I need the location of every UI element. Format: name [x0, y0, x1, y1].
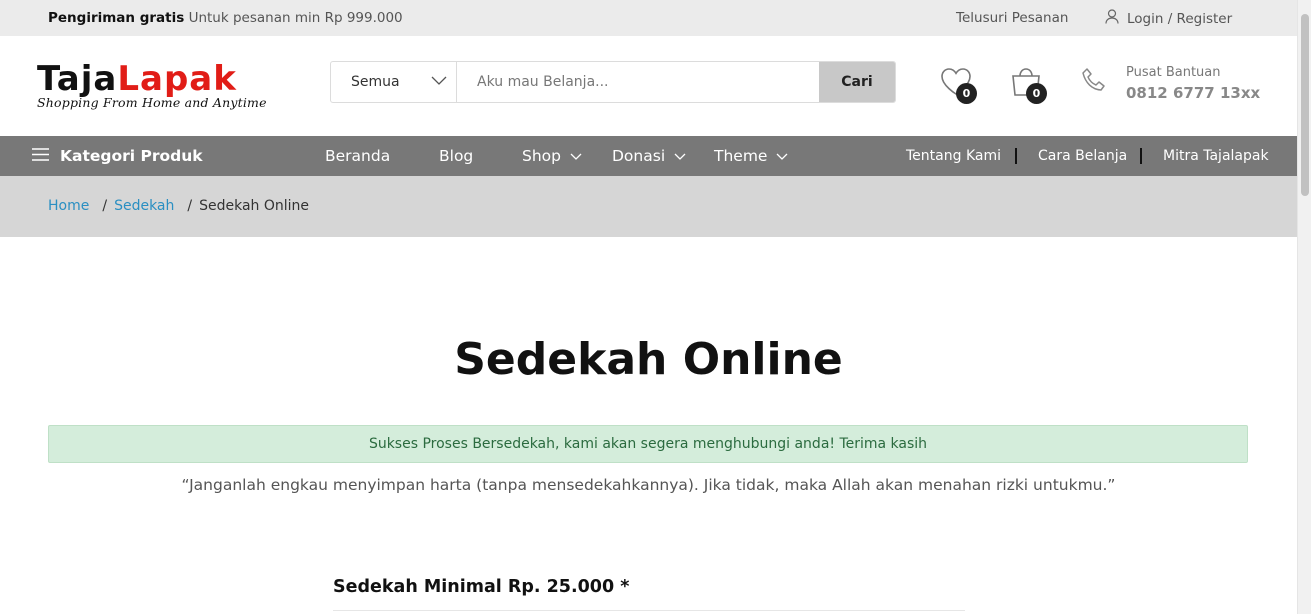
help-center[interactable]: Pusat Bantuan 0812 6777 13xx [1080, 64, 1260, 102]
nav-item-blog[interactable]: Blog [439, 136, 473, 176]
main-nav: Kategori Produk Beranda Blog Shop Donasi… [0, 136, 1297, 176]
site-header: TajaLapak Shopping From Home and Anytime… [0, 36, 1297, 136]
nav-link-mitra-tajalapak[interactable]: Mitra Tajalapak [1163, 136, 1269, 176]
free-shipping-promo: Pengiriman gratis Untuk pesanan min Rp 9… [48, 10, 403, 26]
breadcrumb-separator: / [187, 198, 193, 214]
page-title: Sedekah Online [454, 334, 843, 385]
cart-button[interactable]: 0 [1010, 67, 1047, 104]
nav-link-label: Tentang Kami [906, 148, 1001, 164]
nav-divider [1140, 136, 1142, 176]
track-order-link[interactable]: Telusuri Pesanan [956, 10, 1068, 26]
breadcrumb-home[interactable]: Home [48, 198, 89, 214]
breadcrumb-sedekah[interactable]: Sedekah [114, 198, 174, 214]
logo-part1: Taja [37, 59, 118, 99]
scrollbar-thumb[interactable] [1301, 14, 1309, 196]
wishlist-button[interactable]: 0 [940, 67, 977, 104]
breadcrumb: Home / Sedekah / Sedekah Online [48, 198, 309, 214]
help-label: Pusat Bantuan [1126, 65, 1221, 80]
minimum-donation-label: Sedekah Minimal Rp. 25.000 * [333, 577, 630, 597]
search-input[interactable] [457, 62, 819, 102]
logo-tagline: Shopping From Home and Anytime [37, 95, 267, 110]
help-phone: 0812 6777 13xx [1126, 84, 1261, 102]
nav-item-beranda[interactable]: Beranda [325, 136, 390, 176]
nav-item-theme[interactable]: Theme [714, 136, 788, 176]
breadcrumb-current: Sedekah Online [199, 198, 310, 214]
login-register-link[interactable]: Login / Register [1105, 9, 1232, 28]
nav-link-cara-belanja[interactable]: Cara Belanja [1038, 136, 1127, 176]
nav-item-label: Shop [522, 147, 561, 165]
nav-item-donasi[interactable]: Donasi [612, 136, 686, 176]
sedekah-quote: “Janganlah engkau menyimpan harta (tanpa… [181, 476, 1116, 494]
amount-field-edge[interactable] [333, 610, 965, 614]
chevron-down-icon [776, 147, 788, 165]
wishlist-count-badge: 0 [956, 83, 977, 104]
top-bar: Pengiriman gratis Untuk pesanan min Rp 9… [0, 0, 1297, 36]
nav-item-label: Donasi [612, 147, 666, 165]
site-logo[interactable]: TajaLapak Shopping From Home and Anytime [37, 62, 267, 110]
chevron-down-icon [431, 74, 447, 90]
search-category-select[interactable]: Semua [331, 62, 457, 102]
success-alert: Sukses Proses Bersedekah, kami akan sege… [48, 425, 1248, 463]
hamburger-icon [32, 147, 49, 165]
breadcrumb-separator: / [102, 198, 108, 214]
search-button[interactable]: Cari [819, 62, 895, 102]
user-icon [1105, 9, 1119, 28]
nav-item-label: Beranda [325, 147, 391, 165]
logo-part2: Lapak [117, 59, 237, 99]
nav-link-tentang-kami[interactable]: Tentang Kami [906, 136, 1001, 176]
nav-item-label: Theme [714, 147, 768, 165]
chevron-down-icon [674, 147, 686, 165]
nav-link-label: Mitra Tajalapak [1163, 148, 1269, 164]
promo-bold: Pengiriman gratis [48, 10, 185, 26]
nav-item-label: Blog [439, 147, 474, 165]
nav-divider [1015, 136, 1017, 176]
cart-count-badge: 0 [1026, 83, 1047, 104]
page-scrollbar[interactable] [1297, 0, 1311, 614]
nav-item-shop[interactable]: Shop [522, 136, 582, 176]
phone-icon [1080, 67, 1108, 99]
promo-text: Untuk pesanan min Rp 999.000 [188, 10, 403, 26]
categories-label: Kategori Produk [60, 147, 203, 165]
search-form: Semua Cari [330, 61, 896, 103]
nav-link-label: Cara Belanja [1038, 148, 1128, 164]
categories-menu-button[interactable]: Kategori Produk [32, 136, 203, 176]
login-register-label: Login / Register [1127, 10, 1233, 27]
chevron-down-icon [570, 147, 582, 165]
search-category-value: Semua [351, 74, 400, 90]
breadcrumb-bar: Home / Sedekah / Sedekah Online [0, 176, 1297, 237]
